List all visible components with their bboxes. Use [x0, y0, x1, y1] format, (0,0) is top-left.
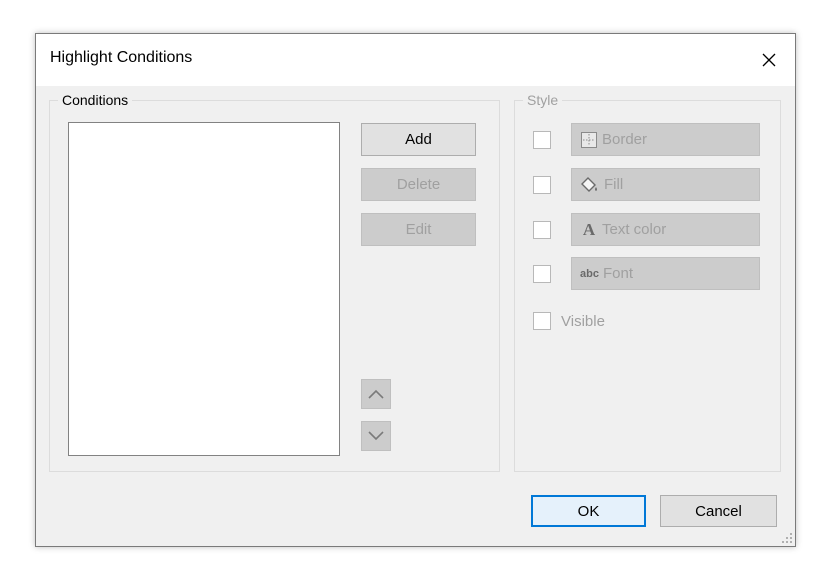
dialog-title: Highlight Conditions [50, 49, 193, 66]
font-button[interactable]: abc Font [571, 257, 760, 290]
conditions-list[interactable] [68, 122, 340, 456]
visible-label: Visible [561, 313, 605, 330]
fill-button-label: Fill [604, 176, 624, 193]
fill-button[interactable]: Fill [571, 168, 760, 201]
move-down-button[interactable] [361, 421, 391, 451]
visible-checkbox[interactable] [533, 312, 551, 330]
text-color-button-label: Text color [602, 221, 667, 238]
font-button-label: Font [602, 265, 633, 282]
cancel-button[interactable]: Cancel [660, 495, 777, 527]
style-legend: Style [527, 92, 559, 108]
delete-button[interactable]: Delete [361, 168, 476, 201]
border-checkbox[interactable] [533, 131, 551, 149]
move-up-button[interactable] [361, 379, 391, 409]
fill-checkbox[interactable] [533, 176, 551, 194]
add-button[interactable]: Add [361, 123, 476, 156]
chevron-up-icon [368, 389, 384, 399]
close-icon [762, 53, 776, 67]
close-button[interactable] [743, 34, 795, 86]
text-color-icon: A [582, 219, 596, 239]
border-button[interactable]: Border [571, 123, 760, 156]
highlight-conditions-dialog: Highlight Conditions Conditions Add Dele… [35, 33, 796, 547]
border-button-label: Border [602, 131, 648, 148]
conditions-legend: Conditions [62, 92, 129, 108]
font-icon: abc [580, 267, 599, 280]
paint-bucket-icon [580, 176, 600, 194]
title-bar: Highlight Conditions [36, 34, 795, 86]
border-icon [580, 131, 598, 149]
text-color-button[interactable]: A Text color [571, 213, 760, 246]
edit-button[interactable]: Edit [361, 213, 476, 246]
resize-grip-icon[interactable] [781, 532, 793, 544]
chevron-down-icon [368, 431, 384, 441]
ok-button[interactable]: OK [531, 495, 646, 527]
text-color-checkbox[interactable] [533, 221, 551, 239]
font-checkbox[interactable] [533, 265, 551, 283]
